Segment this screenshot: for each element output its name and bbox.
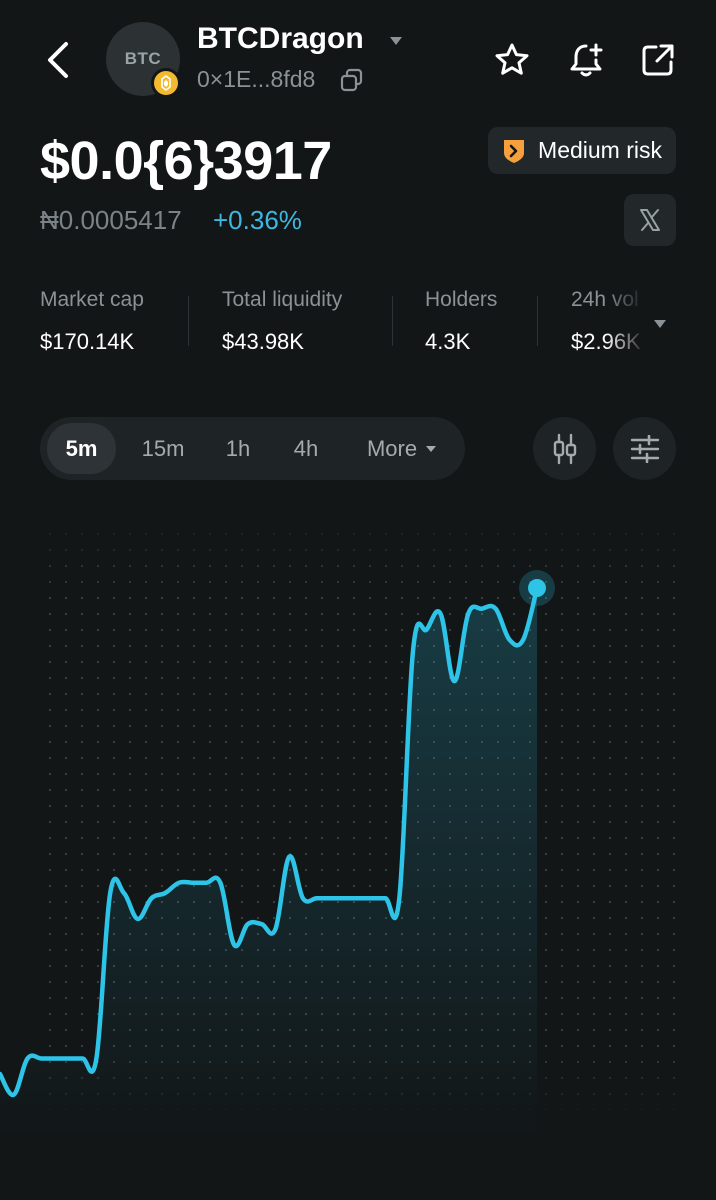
stat-value: 4.3K	[425, 329, 471, 354]
price-chart[interactable]	[0, 500, 716, 1140]
stat-total-liquidity: Total liquidity $43.98K	[222, 288, 342, 355]
chart-type-button[interactable]	[533, 417, 596, 480]
chevron-down-icon[interactable]	[389, 35, 403, 47]
share-icon	[642, 44, 674, 76]
interval-15m[interactable]: 15m	[128, 417, 198, 480]
stat-holders: Holders 4.3K	[425, 288, 497, 355]
stat-divider	[537, 296, 538, 346]
risk-badge[interactable]: Medium risk	[488, 127, 676, 174]
back-button[interactable]	[36, 36, 80, 84]
copy-icon[interactable]	[340, 68, 364, 92]
native-price: ₦0.0005417	[40, 205, 182, 235]
stat-value: $43.98K	[222, 329, 304, 354]
risk-label: Medium risk	[538, 137, 662, 163]
back-arrow-icon	[48, 42, 68, 78]
interval-5m[interactable]: 5m	[47, 423, 116, 474]
stat-label: Total liquidity	[222, 288, 343, 311]
x-social-button[interactable]	[624, 194, 676, 246]
expand-stats-icon[interactable]	[652, 318, 668, 330]
bell-plus-icon	[570, 43, 603, 77]
bnb-chain-icon	[151, 68, 181, 98]
stat-label: Market cap	[40, 288, 144, 311]
token-stats: Market cap $170.14K Total liquidity $43.…	[40, 288, 656, 368]
chevron-down-icon	[426, 445, 437, 452]
stat-divider	[188, 296, 189, 346]
price-change: +0.36%	[213, 205, 302, 235]
star-icon	[495, 43, 529, 75]
stat-divider	[392, 296, 393, 346]
token-detail-page: BTC BTCDragon 0×1E...8fd8 $0.0{6}3917 ₦0…	[0, 0, 716, 1200]
interval-more-label: More	[366, 435, 418, 461]
stat-label: Holders	[425, 288, 498, 311]
risk-shield-icon	[504, 139, 525, 163]
interval-1h[interactable]: 1h	[208, 417, 268, 480]
token-address: 0×1E...8fd8	[197, 66, 316, 92]
stat-market-cap: Market cap $170.14K	[40, 288, 144, 355]
candlestick-icon	[553, 433, 576, 464]
stats-fade	[606, 288, 656, 368]
token-name[interactable]: BTCDragon	[197, 22, 364, 56]
favorite-button[interactable]	[492, 40, 532, 80]
interval-more[interactable]: More	[352, 417, 452, 480]
last-point-marker	[528, 579, 546, 597]
interval-4h[interactable]: 4h	[276, 417, 336, 480]
stat-value: $170.14K	[40, 329, 135, 354]
x-logo-icon	[640, 209, 660, 231]
share-button[interactable]	[638, 40, 678, 80]
price-alert-button[interactable]	[566, 40, 606, 80]
token-price: $0.0{6}3917	[40, 131, 332, 191]
price-chart-svg[interactable]	[0, 500, 716, 1140]
interval-selector: 5m 15m 1h 4h More	[40, 417, 465, 480]
settings-sliders-icon	[630, 434, 659, 463]
chart-settings-button[interactable]	[613, 417, 676, 480]
